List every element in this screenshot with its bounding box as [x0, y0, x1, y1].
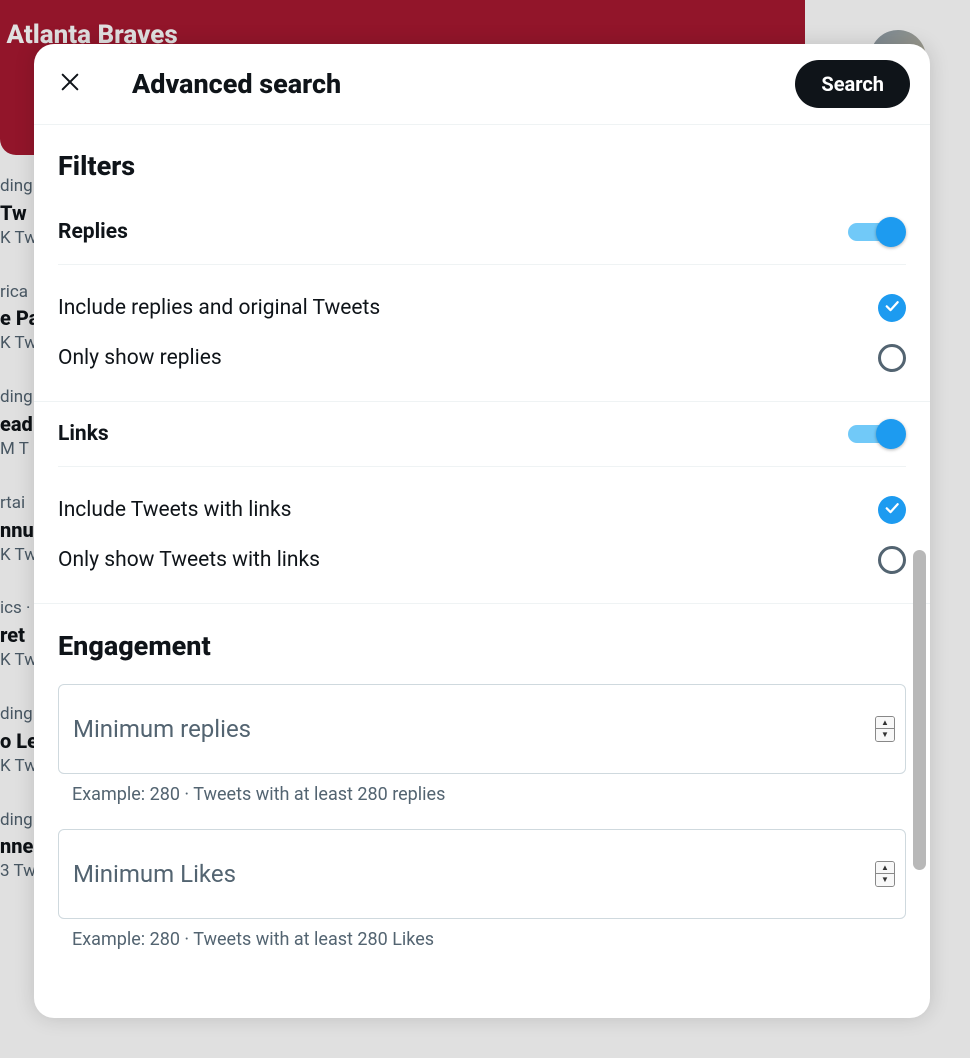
option-include-links[interactable]: Include Tweets with links: [58, 485, 906, 535]
option-label: Only show Tweets with links: [58, 548, 320, 572]
min-likes-input[interactable]: Minimum Likes ▲ ▼: [58, 829, 906, 919]
modal-header: Advanced search Search: [34, 44, 930, 124]
close-icon: [59, 71, 81, 97]
chevron-up-icon: ▲: [881, 719, 889, 727]
stepper-down[interactable]: ▼: [876, 729, 894, 741]
min-likes-placeholder: Minimum Likes: [73, 860, 236, 888]
option-only-replies[interactable]: Only show replies: [58, 333, 906, 383]
min-replies-example: Example: 280 · Tweets with at least 280 …: [58, 774, 906, 825]
replies-subsection: Replies: [34, 200, 930, 264]
chevron-down-icon: ▼: [881, 876, 889, 884]
engagement-heading: Engagement: [34, 630, 930, 680]
stepper-down[interactable]: ▼: [876, 874, 894, 886]
check-icon: [883, 297, 901, 319]
radio-unselected[interactable]: [878, 344, 906, 372]
chevron-down-icon: ▼: [881, 731, 889, 739]
option-label: Include replies and original Tweets: [58, 296, 380, 320]
option-label: Only show replies: [58, 346, 222, 370]
check-icon: [883, 499, 901, 521]
filters-heading: Filters: [34, 150, 930, 200]
option-label: Include Tweets with links: [58, 498, 292, 522]
radio-unselected[interactable]: [878, 546, 906, 574]
replies-title: Replies: [58, 220, 128, 244]
stepper-up[interactable]: ▲: [876, 862, 894, 874]
stepper-up[interactable]: ▲: [876, 717, 894, 729]
modal-title: Advanced search: [132, 68, 795, 100]
min-replies-input[interactable]: Minimum replies ▲ ▼: [58, 684, 906, 774]
radio-selected[interactable]: [878, 294, 906, 322]
close-button[interactable]: [52, 66, 88, 102]
min-replies-placeholder: Minimum replies: [73, 715, 251, 743]
links-subsection: Links: [34, 402, 930, 466]
number-stepper: ▲ ▼: [875, 861, 895, 887]
radio-selected[interactable]: [878, 496, 906, 524]
links-title: Links: [58, 422, 109, 446]
option-include-replies[interactable]: Include replies and original Tweets: [58, 283, 906, 333]
min-likes-example: Example: 280 · Tweets with at least 280 …: [58, 919, 906, 970]
modal-body: Filters Replies Include replies and orig…: [34, 124, 930, 1018]
links-toggle[interactable]: [848, 419, 906, 449]
search-button[interactable]: Search: [795, 60, 910, 108]
chevron-up-icon: ▲: [881, 864, 889, 872]
option-only-links[interactable]: Only show Tweets with links: [58, 535, 906, 585]
replies-toggle[interactable]: [848, 217, 906, 247]
number-stepper: ▲ ▼: [875, 716, 895, 742]
advanced-search-modal: Advanced search Search Filters Replies I…: [34, 44, 930, 1018]
scrollbar-thumb[interactable]: [913, 550, 926, 870]
